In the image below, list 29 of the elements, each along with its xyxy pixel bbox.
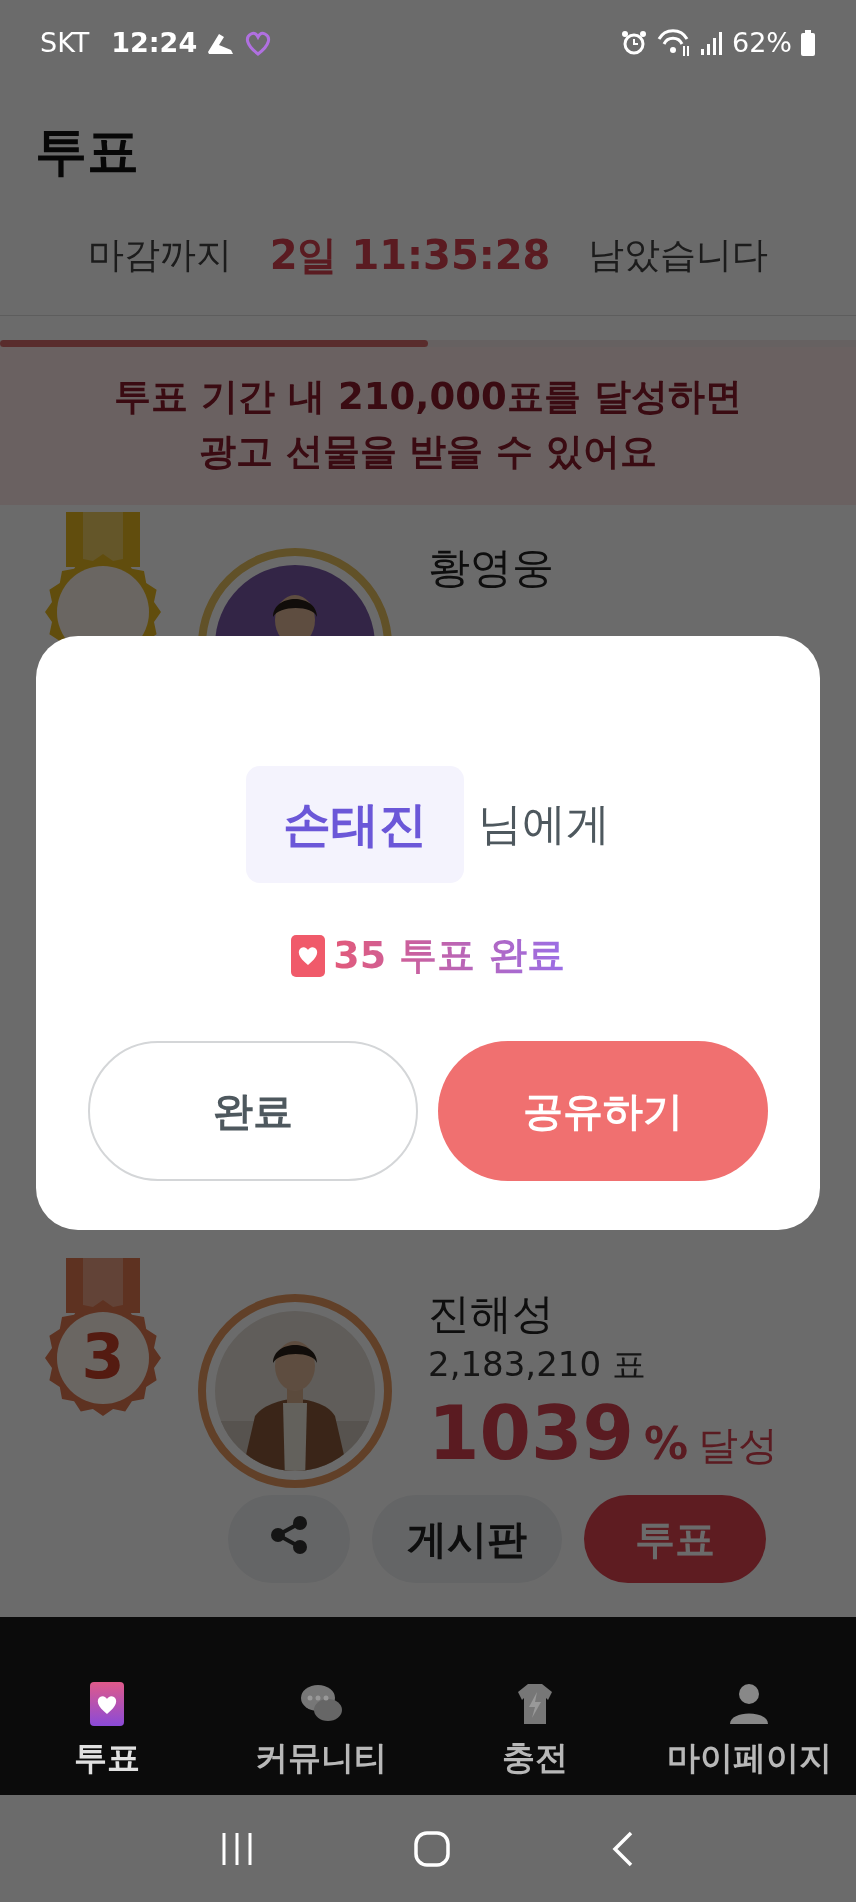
candidate-name: 진해성 (428, 1288, 555, 1340)
candidate-name: 황영웅 (428, 542, 555, 594)
recent-apps-icon[interactable] (220, 1830, 253, 1867)
deadline-label: 마감까지 (87, 232, 232, 277)
nav-tab[interactable]: 충전 (428, 1617, 642, 1795)
achievement-label: 달성 (698, 1421, 779, 1470)
countdown-timer: 2일 11:35:28 (269, 230, 551, 280)
battery-percent: 62% (732, 27, 792, 58)
goal-message: 광고 선물을 받을 수 있어요 (197, 429, 659, 475)
percent-sign: % (643, 1417, 689, 1471)
page-title: 투표 (34, 120, 140, 183)
rank-number: 3 (80, 1320, 126, 1393)
done-button[interactable]: 완료 (88, 1041, 418, 1181)
remaining-label: 남았습니다 (588, 232, 769, 277)
nav-tab[interactable]: 투표 (0, 1617, 214, 1795)
vote-count: 2,183,210 표 (428, 1343, 647, 1386)
person-icon (728, 1682, 770, 1726)
recipient-suffix: 님에게 (478, 797, 610, 851)
nav-tab[interactable]: 커뮤니티 (214, 1617, 428, 1795)
home-icon[interactable] (414, 1830, 450, 1867)
share-icon (270, 1514, 308, 1555)
clock-time: 12:24 (111, 27, 198, 58)
carrier-name: SKT (40, 27, 90, 58)
achievement-percent: 1039 (428, 1389, 634, 1478)
recipient-name: 손태진 (246, 766, 464, 883)
battery-icon (800, 29, 816, 56)
nav-tab[interactable]: 마이페이지 (642, 1617, 856, 1795)
wifi-icon (657, 27, 691, 58)
goal-message: 투표 기간 내 210,000표를 달성하면 (113, 374, 743, 420)
